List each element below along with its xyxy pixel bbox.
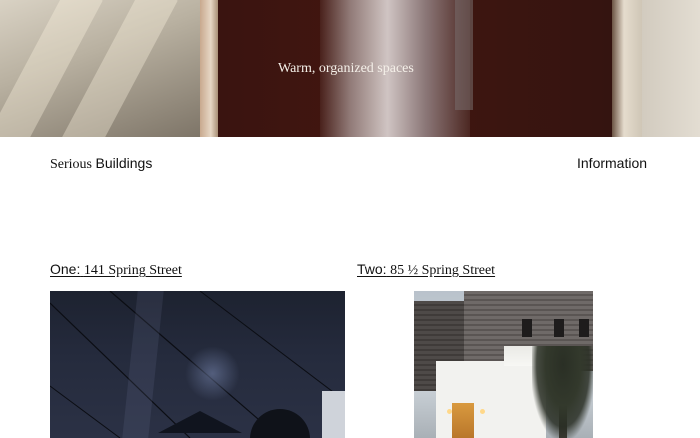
hero-caption: Warm, organized spaces [278,61,414,76]
hero-curtain-shadow [455,0,473,110]
photo-window [522,319,532,337]
photo-house-roof [158,411,242,433]
project-one-link[interactable]: One: 141 Spring Street [50,261,182,279]
photo-moon-glow [185,346,240,401]
photo-lamp [447,409,452,414]
photo-house-right [322,391,345,438]
site-title-serif: Serious [50,157,92,172]
photo-window [579,319,589,337]
project-address: 141 Spring Street [83,263,182,278]
photo-window [554,319,564,337]
photo-lit-door [452,403,474,438]
project-number-label: One: [50,261,81,277]
photo-palm-tree [532,346,593,438]
project-one-photo[interactable] [50,291,345,438]
site-title-sans: Buildings [95,155,153,171]
hero-image: Warm, organized spaces [0,0,700,137]
photo-lamp [480,409,485,414]
site-title[interactable]: Serious Buildings [50,155,152,173]
project-two-photo[interactable] [414,291,593,438]
project-two-link[interactable]: Two: 85 ½ Spring Street [357,261,495,279]
hero-wall-right [642,0,700,137]
hero-door-frame-right [612,0,642,137]
hero-door-frame-left [200,0,218,137]
nav-information-link[interactable]: Information [577,155,647,171]
project-address: 85 ½ Spring Street [390,263,496,278]
project-number-label: Two: [357,261,387,277]
